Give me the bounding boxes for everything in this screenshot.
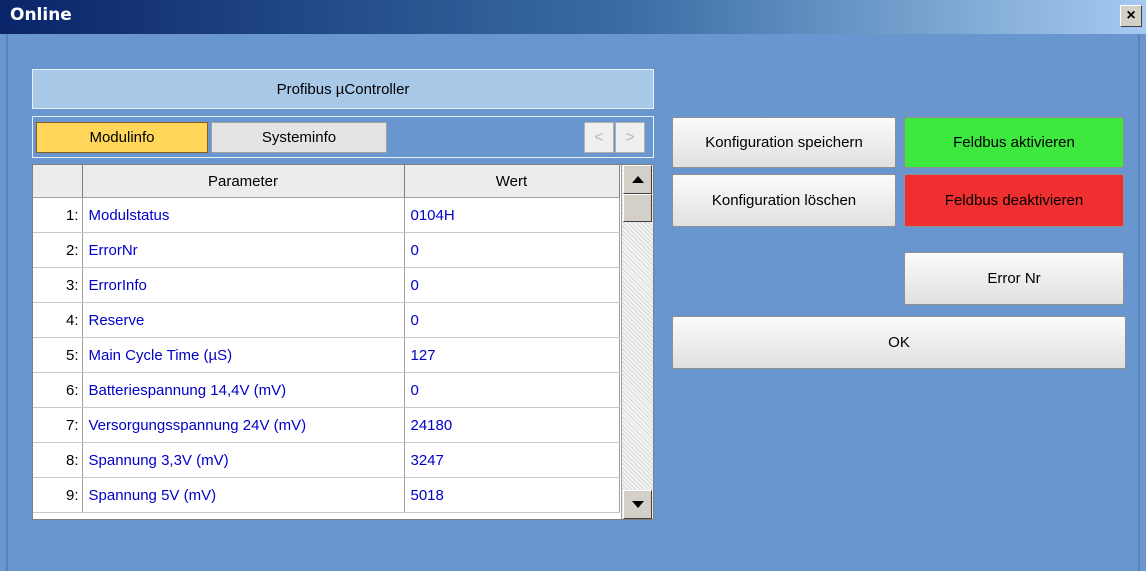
table-row[interactable]: 1: Modulstatus 0104H	[33, 197, 620, 233]
arrow-up-icon	[631, 176, 644, 183]
table-header-row: Parameter Wert	[33, 165, 620, 198]
row-number: 3:	[33, 267, 83, 303]
value-cell[interactable]: 0104H	[404, 197, 620, 233]
row-number: 9:	[33, 477, 83, 513]
row-number: 2:	[33, 232, 83, 268]
table-row[interactable]: 4: Reserve 0	[33, 302, 620, 338]
value-cell[interactable]: 24180	[404, 407, 620, 443]
parameter-cell[interactable]: Spannung 5V (mV)	[82, 477, 405, 513]
table-row[interactable]: 7: Versorgungsspannung 24V (mV) 24180	[33, 407, 620, 443]
scroll-thumb[interactable]	[623, 194, 652, 222]
panel-title: Profibus µController	[276, 80, 410, 98]
column-header-wert[interactable]: Wert	[404, 165, 620, 198]
parameter-cell[interactable]: Spannung 3,3V (mV)	[82, 442, 405, 478]
value-cell[interactable]: 0	[404, 302, 620, 338]
panel-header: Profibus µController	[32, 69, 654, 109]
table-row[interactable]: 5: Main Cycle Time (µS) 127	[33, 337, 620, 373]
row-number-header	[33, 165, 83, 198]
value-cell[interactable]: 0	[404, 372, 620, 408]
value-cell[interactable]: 127	[404, 337, 620, 373]
parameter-cell[interactable]: Reserve	[82, 302, 405, 338]
column-header-parameter[interactable]: Parameter	[82, 165, 405, 198]
tab-modulinfo[interactable]: Modulinfo	[36, 122, 208, 153]
title-bar[interactable]: Online ×	[0, 0, 1146, 34]
parameter-grid: Parameter Wert 1: Modulstatus 0104H 2: Error…	[32, 164, 654, 520]
parameter-cell[interactable]: Versorgungsspannung 24V (mV)	[82, 407, 405, 443]
save-config-button[interactable]: Konfiguration speichern	[672, 117, 896, 168]
table-row[interactable]: 2: ErrorNr 0	[33, 232, 620, 268]
row-number: 7:	[33, 407, 83, 443]
deactivate-feldbus-button[interactable]: Feldbus deaktivieren	[904, 174, 1124, 227]
row-number: 8:	[33, 442, 83, 478]
row-number: 1:	[33, 197, 83, 233]
error-nr-button[interactable]: Error Nr	[904, 252, 1124, 305]
table-row[interactable]: 6: Batteriespannung 14,4V (mV) 0	[33, 372, 620, 408]
parameter-cell[interactable]: ErrorInfo	[82, 267, 405, 303]
row-number: 5:	[33, 337, 83, 373]
row-number: 6:	[33, 372, 83, 408]
tab-systeminfo[interactable]: Systeminfo	[211, 122, 387, 153]
window-title: Online	[10, 5, 72, 25]
row-number: 4:	[33, 302, 83, 338]
table-row[interactable]: 8: Spannung 3,3V (mV) 3247	[33, 442, 620, 478]
parameter-table: Parameter Wert 1: Modulstatus 0104H 2: Error…	[33, 165, 620, 513]
scroll-up-button[interactable]	[623, 165, 652, 194]
prev-button[interactable]: <	[584, 122, 614, 153]
scroll-down-button[interactable]	[623, 490, 652, 519]
ok-button[interactable]: OK	[672, 316, 1126, 369]
tab-bar: Modulinfo Systeminfo < >	[32, 116, 654, 158]
value-cell[interactable]: 0	[404, 232, 620, 268]
value-cell[interactable]: 5018	[404, 477, 620, 513]
parameter-cell[interactable]: Modulstatus	[82, 197, 405, 233]
table-row[interactable]: 3: ErrorInfo 0	[33, 267, 620, 303]
delete-config-button[interactable]: Konfiguration löschen	[672, 174, 896, 227]
activate-feldbus-button[interactable]: Feldbus aktivieren	[904, 117, 1124, 168]
arrow-down-icon	[631, 501, 644, 508]
value-cell[interactable]: 0	[404, 267, 620, 303]
parameter-cell[interactable]: Batteriespannung 14,4V (mV)	[82, 372, 405, 408]
value-cell[interactable]: 3247	[404, 442, 620, 478]
close-button[interactable]: ×	[1120, 5, 1142, 27]
parameter-cell[interactable]: ErrorNr	[82, 232, 405, 268]
parameter-cell[interactable]: Main Cycle Time (µS)	[82, 337, 405, 373]
table-row[interactable]: 9: Spannung 5V (mV) 5018	[33, 477, 620, 513]
vertical-scrollbar[interactable]	[621, 165, 653, 519]
next-button[interactable]: >	[615, 122, 645, 153]
